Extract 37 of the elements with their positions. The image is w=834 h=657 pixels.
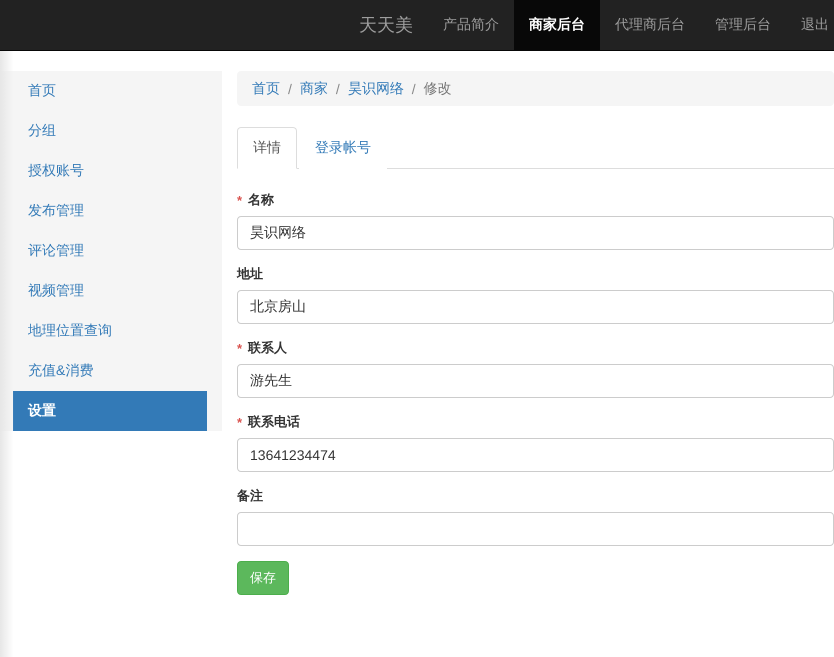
breadcrumb-link[interactable]: 首页 (252, 80, 280, 98)
breadcrumb-separator: / (412, 80, 416, 96)
breadcrumb-current: 修改 (424, 80, 452, 98)
sidebar-item[interactable]: 授权账号 (13, 151, 207, 191)
sidebar-item[interactable]: 视频管理 (13, 271, 207, 311)
required-mark: * (237, 192, 242, 208)
nav-item[interactable]: 管理后台 (700, 0, 786, 50)
sidebar-item[interactable]: 发布管理 (13, 191, 207, 231)
breadcrumb-separator: / (288, 80, 292, 96)
breadcrumb-link[interactable]: 昊识网络 (348, 80, 404, 98)
field-label: 联系人 (248, 339, 288, 357)
sidebar-item[interactable]: 首页 (13, 71, 207, 111)
sidebar-item[interactable]: 评论管理 (13, 231, 207, 271)
field-label: 备注 (237, 487, 263, 505)
breadcrumb-separator: / (336, 80, 340, 96)
sidebar-item[interactable]: 分组 (13, 111, 207, 151)
required-mark: * (237, 340, 242, 356)
input-field[interactable]: 游先生 (237, 364, 834, 398)
input-field[interactable]: 13641234474 (237, 438, 834, 472)
field-label: 名称 (248, 191, 274, 209)
breadcrumb-link[interactable]: 商家 (300, 80, 328, 98)
sidebar-item[interactable]: 设置 (13, 391, 207, 431)
save-button[interactable]: 保存 (237, 561, 289, 595)
input-field[interactable]: 昊识网络 (237, 216, 834, 250)
tab[interactable]: 详情 (237, 127, 297, 169)
field-label: 联系电话 (248, 413, 300, 431)
nav-item[interactable]: 商家后台 (514, 0, 600, 50)
nav-item[interactable]: 代理商后台 (600, 0, 700, 50)
sidebar-item[interactable]: 充值&消费 (13, 351, 207, 391)
input-field[interactable]: 北京房山 (237, 290, 834, 324)
nav-item[interactable]: 退出 (786, 0, 834, 50)
required-mark: * (237, 414, 242, 430)
brand-name[interactable]: 天天美 (344, 0, 428, 50)
field-label: 地址 (237, 265, 263, 283)
nav-item[interactable]: 产品简介 (428, 0, 514, 50)
input-field[interactable] (237, 512, 834, 546)
sidebar-item[interactable]: 地理位置查询 (13, 311, 207, 351)
